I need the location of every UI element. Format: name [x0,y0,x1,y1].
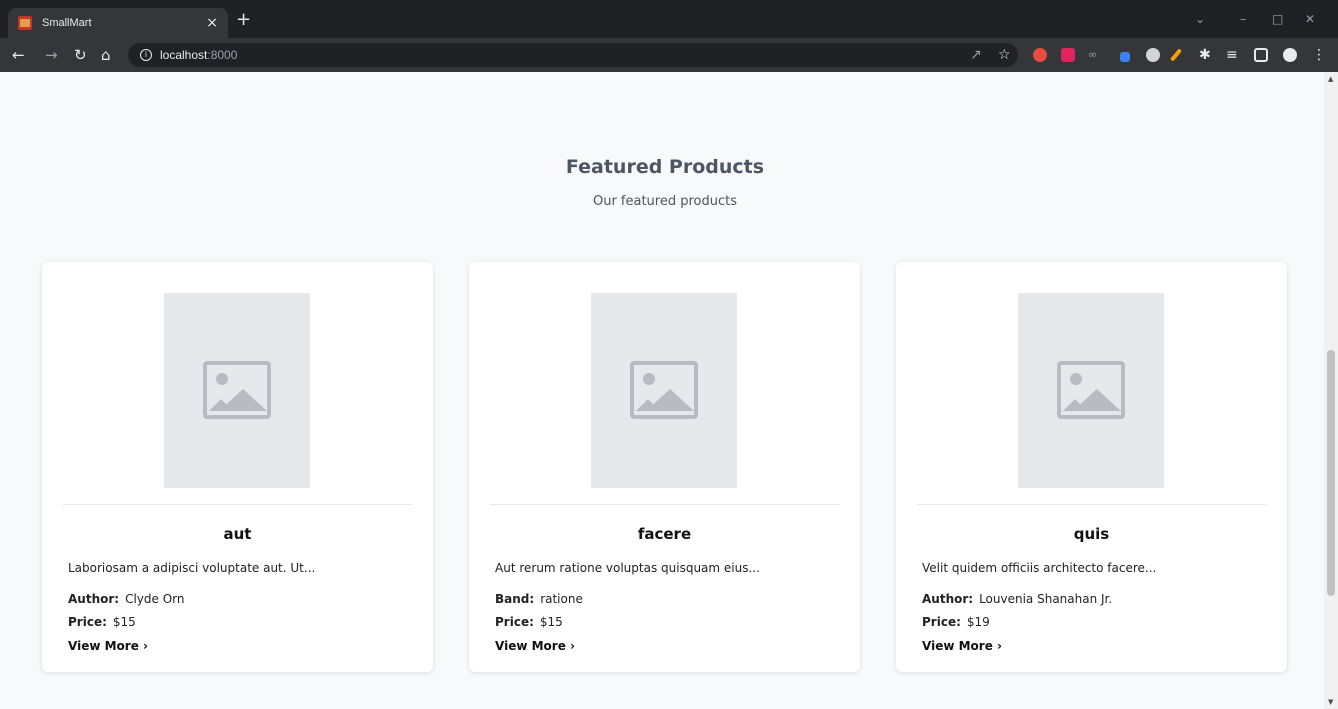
minimize-icon[interactable]: – [1240,12,1246,26]
product-description: Velit quidem officiis architecto facere.… [922,561,1157,575]
browser-tab[interactable]: SmallMart × [8,8,228,38]
product-card: facere Aut rerum ratione voluptas quisqu… [469,262,860,672]
reload-icon[interactable]: ↻ [74,46,87,64]
pen-extension-icon[interactable] [1169,48,1183,62]
site-info-icon[interactable]: i [140,49,152,61]
image-placeholder-icon [630,361,698,419]
product-image-placeholder [591,293,737,488]
tab-title: SmallMart [42,17,92,29]
view-more-link[interactable]: View More › [922,639,1002,653]
product-price: Price: $15 [495,615,563,629]
address-bar[interactable]: i localhost:8000 [128,43,1018,67]
forward-icon[interactable]: → [45,46,58,64]
side-panel-icon[interactable] [1254,48,1268,62]
product-meta: Author: Louvenia Shanahan Jr. [922,592,1113,606]
tab-search-icon[interactable]: ⌄ [1195,12,1205,26]
product-card: aut Laboriosam a adipisci voluptate aut.… [42,262,433,672]
glasses-extension-icon[interactable]: ∞ [1088,46,1097,64]
scroll-down-icon[interactable]: ▼ [1328,698,1333,706]
menu-kebab-icon[interactable]: ⋮ [1312,46,1326,64]
scroll-up-icon[interactable]: ▲ [1328,75,1333,83]
s-extension-icon[interactable] [1061,48,1075,62]
profile-avatar-icon[interactable] [1283,48,1297,62]
restore-icon[interactable]: □ [1272,12,1283,26]
adblock-extension-icon[interactable] [1033,48,1047,62]
product-name: quis [1073,525,1110,543]
product-description: Aut rerum ratione voluptas quisquam eius… [495,561,760,575]
product-name: aut [223,525,252,543]
share-icon[interactable]: ↗ [970,46,982,64]
home-icon[interactable]: ⌂ [101,46,111,64]
reading-list-icon[interactable]: ≡ [1226,46,1238,64]
image-placeholder-icon [203,361,271,419]
new-tab-icon[interactable]: + [236,10,251,30]
page-viewport: Featured Products Our featured products … [0,72,1324,709]
card-divider [917,504,1266,505]
browser-tab-bar: SmallMart × + ⌄ – □ ✕ [0,0,1338,38]
back-icon[interactable]: ← [12,46,25,64]
close-window-icon[interactable]: ✕ [1305,12,1315,26]
bookmark-star-icon[interactable]: ☆ [998,46,1011,64]
product-card: quis Velit quidem officiis architecto fa… [896,262,1287,672]
product-meta: Band: ratione [495,592,583,606]
globe-extension-icon[interactable] [1146,48,1160,62]
product-meta: Author: Clyde Orn [68,592,185,606]
card-divider [63,504,412,505]
puzzle-extensions-icon[interactable]: ✱ [1199,46,1211,64]
section-title: Featured Products [565,156,765,178]
view-more-link[interactable]: View More › [495,639,575,653]
view-more-link[interactable]: View More › [68,639,148,653]
image-placeholder-icon [1057,361,1125,419]
extension-icon[interactable] [1120,52,1130,62]
close-tab-icon[interactable]: × [206,15,218,31]
product-price: Price: $15 [68,615,136,629]
product-price: Price: $19 [922,615,990,629]
section-subtitle: Our featured products [592,194,738,209]
scrollbar-thumb[interactable] [1327,350,1335,596]
product-description: Laboriosam a adipisci voluptate aut. Ut.… [68,561,316,575]
vertical-scrollbar[interactable]: ▲ ▼ [1324,72,1338,709]
browser-toolbar: ← → ↻ ⌂ i localhost:8000 ↗ ☆ ∞ ✱ ≡ ⋮ [0,38,1338,72]
site-favicon-icon [18,16,32,30]
url-text: localhost:8000 [160,48,238,62]
card-divider [490,504,839,505]
product-image-placeholder [1018,293,1164,488]
product-image-placeholder [164,293,310,488]
product-name: facere [637,525,692,543]
